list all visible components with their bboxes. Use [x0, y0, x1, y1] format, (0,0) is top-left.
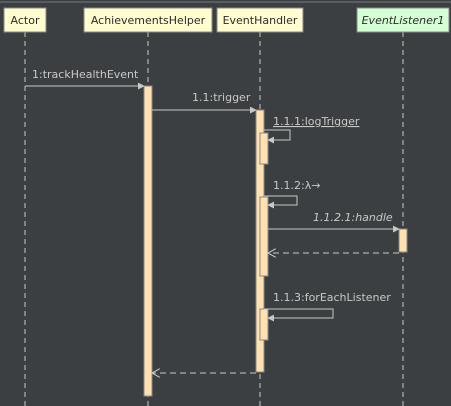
participant-event-listener1[interactable]: EventListener1 [356, 7, 450, 33]
participant-achievements-helper-label: AchievementsHelper [91, 14, 206, 27]
participant-actor-label: Actor [11, 14, 40, 27]
participant-achievements-helper[interactable]: AchievementsHelper [83, 7, 213, 33]
sequence-diagram: Actor AchievementsHelper EventHandler Ev… [0, 1, 451, 406]
activation-event-handler-foreach [259, 308, 269, 341]
message-label-log-trigger: 1.1.1:logTrigger [273, 115, 360, 128]
message-label-track-health-event: 1:trackHealthEvent [32, 68, 139, 81]
activation-event-handler-lambda [259, 196, 269, 277]
message-label-for-each-listener: 1.1.3:forEachListener [273, 291, 391, 304]
message-arrow-lambda [264, 195, 298, 209]
message-arrow-for-each-listener [264, 308, 334, 322]
message-label-trigger: 1.1:trigger [192, 91, 251, 104]
activation-achievements-helper [143, 85, 153, 397]
participant-event-listener1-label: EventListener1 [362, 14, 445, 27]
activation-event-listener1 [398, 228, 408, 253]
activation-event-handler-loglrigger [259, 132, 269, 165]
participant-event-handler-label: EventHandler [223, 14, 298, 27]
message-label-handle: 1.1.2.1:handle [313, 211, 393, 224]
participant-actor[interactable]: Actor [3, 7, 47, 33]
participant-event-handler[interactable]: EventHandler [216, 7, 304, 33]
message-label-lambda: 1.1.2:λ→ [273, 179, 320, 192]
